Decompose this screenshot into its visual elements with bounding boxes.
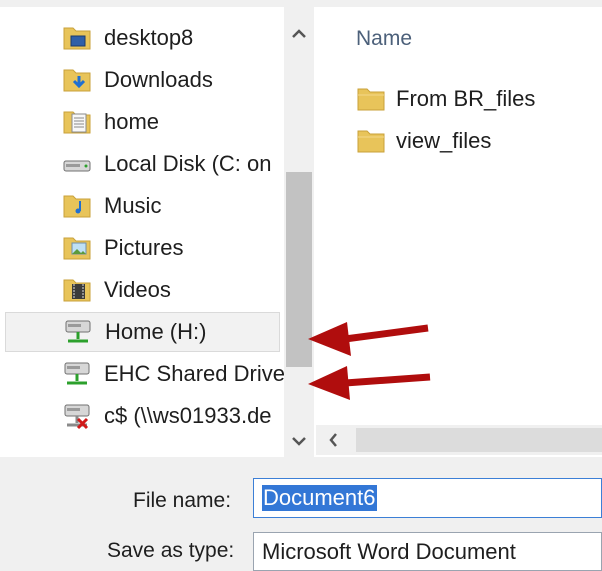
nav-item-home[interactable]: home — [5, 102, 280, 142]
name-column-header[interactable]: Name — [356, 27, 412, 51]
annotation-arrow-shared-drive — [308, 366, 431, 400]
scrollbar-thumb[interactable] — [356, 428, 602, 452]
window-top-strip — [0, 0, 602, 7]
local-disk-icon — [63, 160, 91, 172]
save-as-type-value: Microsoft Word Document — [262, 538, 516, 564]
nav-item-c-share[interactable]: c$ (\\ws01933.de — [5, 396, 280, 436]
annotation-arrow-home — [308, 322, 429, 356]
scroll-left-arrow[interactable] — [322, 425, 344, 455]
file-item-from-br-files[interactable]: From BR_files — [356, 80, 535, 118]
videos-folder-icon — [63, 279, 91, 302]
pictures-folder-icon — [63, 237, 91, 260]
network-drive-icon — [64, 362, 90, 385]
annotation-arrows — [308, 322, 431, 400]
file-item-view-files[interactable]: view_files — [356, 122, 491, 160]
nav-item-local-disk[interactable]: Local Disk (C: on — [5, 144, 280, 184]
folder-icon — [357, 130, 385, 153]
chevron-up-icon — [292, 29, 306, 38]
file-item-label: view_files — [396, 128, 492, 153]
nav-item-label: EHC Shared Drive — [104, 361, 284, 386]
nav-item-label: Music — [104, 193, 162, 218]
scroll-down-arrow[interactable] — [284, 427, 314, 455]
downloads-folder-icon — [63, 69, 91, 92]
desktop-folder-icon — [63, 27, 91, 50]
nav-item-label: Videos — [104, 277, 171, 302]
nav-item-ehc-shared-drive[interactable]: EHC Shared Drive — [5, 354, 284, 394]
network-drive-icon — [65, 320, 91, 343]
nav-item-home-h[interactable]: Home (H:) — [5, 312, 280, 352]
nav-item-desktop8[interactable]: desktop8 — [5, 18, 280, 58]
chevron-down-icon — [292, 437, 306, 446]
file-name-label: File name: — [133, 489, 232, 512]
nav-item-label: Home (H:) — [105, 319, 207, 344]
folder-icon — [357, 88, 385, 111]
scroll-up-arrow[interactable] — [284, 19, 314, 47]
document-folder-icon — [63, 111, 91, 134]
file-item-label: From BR_files — [396, 86, 536, 111]
navigation-pane: desktop8 Downloads home Local Disk (C: o… — [0, 7, 284, 457]
nav-item-music[interactable]: Music — [5, 186, 280, 226]
nav-item-label: home — [104, 109, 160, 134]
chevron-left-icon — [329, 433, 337, 447]
nav-item-label: c$ (\\ws01933.de — [104, 403, 272, 428]
file-name-value: Document6 — [262, 485, 377, 511]
save-as-type-label: Save as type: — [107, 539, 235, 562]
save-form: File name: Document6 Save as type: Micro… — [0, 457, 602, 571]
nav-item-videos[interactable]: Videos — [5, 270, 280, 310]
nav-item-pictures[interactable]: Pictures — [5, 228, 280, 268]
nav-item-label: desktop8 — [104, 25, 194, 50]
file-list-horizontal-scrollbar[interactable] — [316, 425, 602, 455]
save-as-type-select[interactable]: Microsoft Word Document — [253, 532, 602, 571]
nav-item-label: Pictures — [104, 235, 184, 260]
nav-item-label: Local Disk (C: on — [104, 151, 272, 176]
music-folder-icon — [63, 195, 91, 218]
nav-item-downloads[interactable]: Downloads — [5, 60, 280, 100]
file-name-input[interactable]: Document6 — [253, 478, 602, 518]
nav-item-label: Downloads — [104, 67, 213, 92]
disconnected-network-drive-icon — [64, 404, 90, 430]
